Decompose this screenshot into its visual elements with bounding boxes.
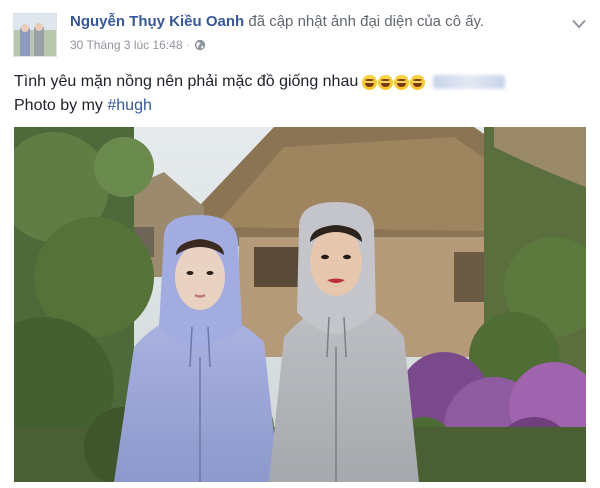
emoji-row xyxy=(362,74,426,90)
feed-post: Nguyễn Thụy Kiều Oanh đã cập nhật ảnh đạ… xyxy=(0,0,600,488)
caption-line-2: Photo by my #hugh xyxy=(14,94,505,118)
caption-line-1: Tình yêu mặn nồng nên phải mặc đồ giống … xyxy=(14,70,506,94)
caption-photo-credit: Photo by my xyxy=(14,97,108,114)
emoji-laugh-icon xyxy=(394,74,410,90)
post-header-line: Nguyễn Thụy Kiều Oanh đã cập nhật ảnh đạ… xyxy=(70,13,484,30)
emoji-laugh-icon xyxy=(362,74,378,90)
caption-text: Tình yêu mặn nồng nên phải mặc đồ giống … xyxy=(14,73,359,90)
emoji-laugh-icon xyxy=(410,74,426,90)
profile-avatar[interactable] xyxy=(13,13,57,57)
hashtag-link[interactable]: #hugh xyxy=(107,94,152,118)
globe-icon[interactable] xyxy=(194,39,206,51)
post-caption: Tình yêu mặn nồng nên phải mặc đồ giống … xyxy=(14,70,506,118)
post-photo[interactable] xyxy=(14,127,586,482)
blurred-tagged-name[interactable] xyxy=(433,75,506,89)
emoji-laugh-icon xyxy=(378,74,394,90)
post-action-text: đã cập nhật ảnh đại diện của cô ấy. xyxy=(248,13,485,30)
chevron-down-icon[interactable] xyxy=(572,16,586,29)
post-meta: 30 Tháng 3 lúc 16:48 · xyxy=(70,38,206,52)
author-name-link[interactable]: Nguyễn Thụy Kiều Oanh xyxy=(70,13,244,30)
post-timestamp[interactable]: 30 Tháng 3 lúc 16:48 xyxy=(70,38,183,52)
meta-separator: · xyxy=(186,39,190,51)
